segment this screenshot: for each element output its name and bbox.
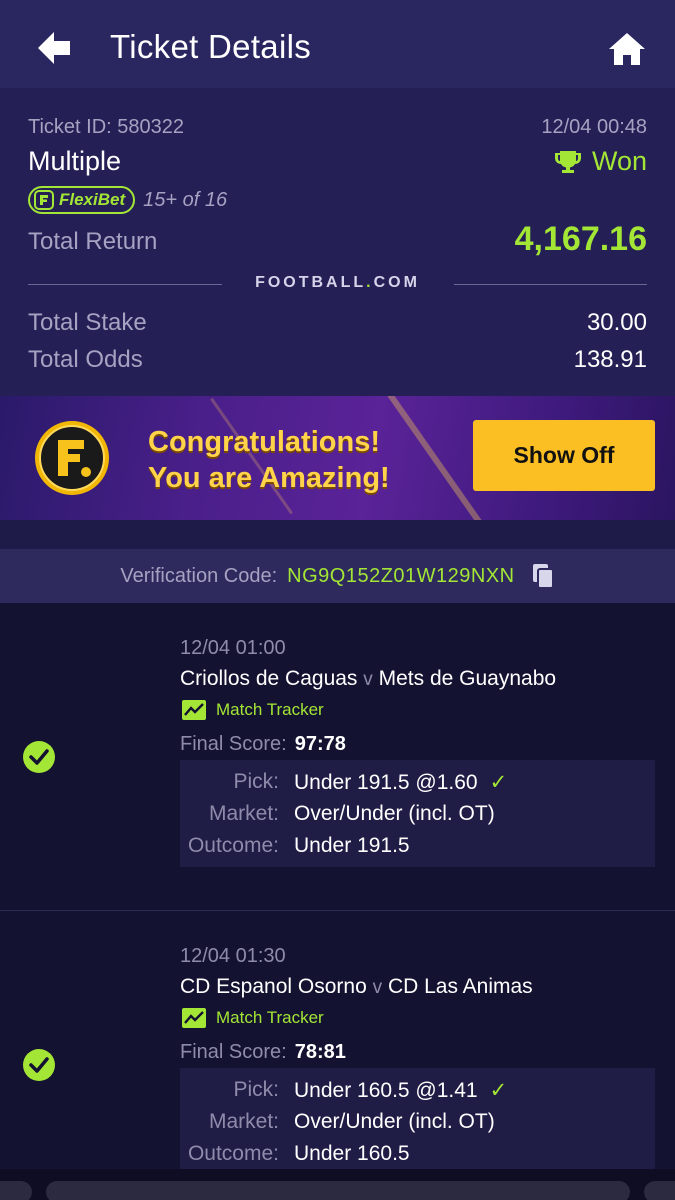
checkmark-icon: ✓ xyxy=(489,1079,508,1102)
final-score-value: 97:78 xyxy=(294,733,346,755)
away-team: Mets de Guaynabo xyxy=(378,667,557,690)
bet-type: Multiple xyxy=(28,146,122,176)
match-teams: CD Espanol Osorno v CD Las Animas xyxy=(180,975,533,999)
pick-value: Under 160.5 @1.41 ✓ xyxy=(294,1078,507,1103)
final-score-label: Final Score: xyxy=(180,1041,287,1063)
match-tracker-link[interactable]: Match Tracker xyxy=(182,700,324,720)
market-value: Over/Under (incl. OT) xyxy=(294,802,495,825)
match-teams: Criollos de Caguas v Mets de Guaynabo xyxy=(180,667,556,691)
flexibet-label: FlexiBet xyxy=(59,190,126,209)
check-circle-icon xyxy=(23,741,55,773)
market-value: Over/Under (incl. OT) xyxy=(294,1110,495,1133)
bet-item: 12/04 01:30 CD Espanol Osorno v CD Las A… xyxy=(0,911,675,1169)
match-tracker-label: Match Tracker xyxy=(216,1008,324,1027)
total-odds-value: 138.91 xyxy=(573,346,647,373)
home-team: CD Espanol Osorno xyxy=(180,975,367,998)
verification-code: NG9Q152Z01W129NXN xyxy=(287,564,515,587)
show-off-button[interactable]: Show Off xyxy=(473,420,655,491)
ticket-summary: Ticket ID: 580322 12/04 00:48 Multiple W… xyxy=(0,88,675,396)
congrats-text: Congratulations! You are Amazing! xyxy=(148,424,390,496)
back-arrow-icon[interactable] xyxy=(32,26,76,70)
pick-text: Under 160.5 @1.41 xyxy=(294,1079,478,1102)
verification-bar: Verification Code: NG9Q152Z01W129NXN xyxy=(0,549,675,603)
home-icon[interactable] xyxy=(606,28,648,70)
bottom-action-bar xyxy=(0,1169,675,1200)
football-logo-icon xyxy=(35,421,109,495)
trophy-icon xyxy=(554,150,581,173)
congrats-line-1: Congratulations! xyxy=(148,426,380,458)
bet-detail-box: Pick: Under 160.5 @1.41 ✓ Market: Over/Un… xyxy=(180,1068,655,1169)
versus-label: v xyxy=(372,977,383,998)
bottom-button-main[interactable] xyxy=(46,1181,630,1200)
check-circle-icon xyxy=(23,1049,55,1081)
outcome-label: Outcome: xyxy=(187,1142,279,1165)
ticket-id: Ticket ID: 580322 xyxy=(28,116,185,138)
outcome-label: Outcome: xyxy=(187,834,279,857)
outcome-value: Under 191.5 xyxy=(294,834,410,857)
versus-label: v xyxy=(363,669,373,690)
final-score-value: 78:81 xyxy=(294,1041,346,1063)
congrats-line-2: You are Amazing! xyxy=(148,462,390,494)
away-team: CD Las Animas xyxy=(387,975,533,998)
bottom-button-left[interactable] xyxy=(0,1181,32,1200)
verification-label: Verification Code: xyxy=(120,564,278,587)
flexibet-row: FlexiBet 15+ of 16 xyxy=(28,186,227,214)
chart-icon xyxy=(182,1008,206,1028)
final-score: Final Score: 97:78 xyxy=(180,733,346,756)
market-label: Market: xyxy=(208,802,279,825)
status-text: Won xyxy=(591,146,647,176)
congrats-banner: Congratulations! You are Amazing! Show O… xyxy=(0,396,675,520)
brand-dot: . xyxy=(366,274,374,291)
copy-icon[interactable] xyxy=(531,563,555,589)
match-time: 12/04 01:30 xyxy=(180,945,286,967)
checkmark-icon: ✓ xyxy=(489,771,508,794)
brand-right: COM xyxy=(373,274,420,291)
brand-logo: FOOTBALL.COM xyxy=(0,274,675,292)
total-odds-label: Total Odds xyxy=(28,346,143,373)
total-return-value: 4,167.16 xyxy=(514,220,647,258)
ticket-date: 12/04 00:48 xyxy=(541,116,647,138)
page-title: Ticket Details xyxy=(110,28,312,65)
flexibet-badge: FlexiBet xyxy=(28,186,136,214)
pick-label: Pick: xyxy=(233,1078,279,1101)
home-team: Criollos de Caguas xyxy=(180,667,358,690)
flexibet-count: 15+ of 16 xyxy=(143,188,228,211)
bet-detail-box: Pick: Under 191.5 @1.60 ✓ Market: Over/Un… xyxy=(180,760,655,867)
flexibet-logo-icon xyxy=(34,190,54,210)
pick-label: Pick: xyxy=(233,770,279,793)
match-tracker-link[interactable]: Match Tracker xyxy=(182,1008,324,1028)
final-score-label: Final Score: xyxy=(180,733,287,755)
total-stake-label: Total Stake xyxy=(28,309,147,336)
status-badge: Won xyxy=(554,146,647,177)
match-time: 12/04 01:00 xyxy=(180,637,286,659)
banner-streak xyxy=(384,396,482,520)
bet-item: 12/04 01:00 Criollos de Caguas v Mets de… xyxy=(0,603,675,911)
total-return-label: Total Return xyxy=(28,228,158,255)
bet-selections-list: 12/04 01:00 Criollos de Caguas v Mets de… xyxy=(0,603,675,1169)
brand-left: FOOTBALL xyxy=(255,274,367,291)
pick-value: Under 191.5 @1.60 ✓ xyxy=(294,770,507,795)
outcome-value: Under 160.5 xyxy=(294,1142,410,1165)
market-label: Market: xyxy=(208,1110,279,1133)
pick-text: Under 191.5 @1.60 xyxy=(294,771,478,794)
bottom-button-right[interactable] xyxy=(644,1181,675,1200)
match-tracker-label: Match Tracker xyxy=(216,700,324,719)
top-app-bar: Ticket Details xyxy=(0,0,675,88)
total-stake-value: 30.00 xyxy=(586,309,647,336)
chart-icon xyxy=(182,700,206,720)
final-score: Final Score: 78:81 xyxy=(180,1041,346,1064)
